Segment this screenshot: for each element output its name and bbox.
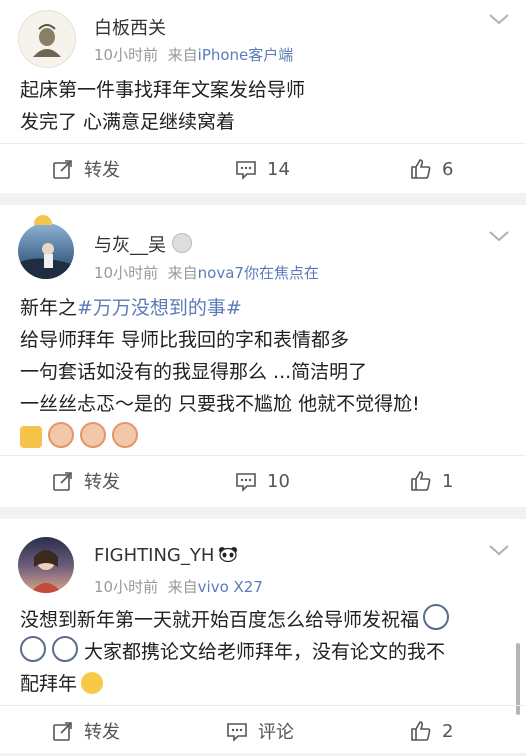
divider <box>0 507 526 519</box>
doge-emoji-icon <box>48 422 74 448</box>
thumbs-up-icon <box>411 471 431 491</box>
post-meta: 10小时前 来自vivo X27 <box>94 576 263 597</box>
post-source[interactable]: vivo X27 <box>198 578 263 596</box>
chevron-down-icon[interactable] <box>488 543 510 557</box>
action-bar: 转发 10 1 <box>0 455 526 506</box>
post-content: 没想到新年第一天就开始百度怎么给导师发祝福 大家都携论文给老师拜年，没有论文的我… <box>20 604 512 700</box>
repost-button[interactable]: 转发 <box>52 706 120 756</box>
like-count: 6 <box>442 158 454 180</box>
avatar[interactable] <box>18 10 76 68</box>
repost-icon <box>53 722 72 741</box>
comment-icon <box>236 161 256 180</box>
repost-icon <box>53 160 72 179</box>
thumbs-up-emoji-icon <box>20 426 42 448</box>
doge-emoji-icon <box>112 422 138 448</box>
comment-button[interactable]: 评论 <box>226 706 294 756</box>
divider <box>0 193 526 205</box>
username-text: FIGHTING_YH <box>94 545 215 566</box>
username[interactable]: 与灰__吴 <box>94 231 192 257</box>
comment-icon <box>236 473 256 492</box>
post-content: 起床第一件事找拜年文案发给导师 发完了 心满意足继续窝着 <box>20 74 512 138</box>
repost-label: 转发 <box>84 722 120 743</box>
content-line: 大家都携论文给老师拜年，没有论文的我不 <box>20 636 512 668</box>
scared-emoji-icon <box>423 604 450 630</box>
content-line: 一句套话如没有的我显得那么 ...简洁明了 <box>20 361 368 383</box>
content-line: 起床第一件事找拜年文案发给导师 <box>20 79 306 101</box>
like-button[interactable]: 2 <box>410 706 453 756</box>
scared-emoji-icon <box>20 636 46 662</box>
post-meta: 10小时前 来自nova7你在焦点在 <box>94 262 319 283</box>
post-time: 10小时前 <box>94 578 159 596</box>
post-source[interactable]: iPhone客户端 <box>198 46 294 64</box>
content-line: 一丝丝忐忑～是的 只要我不尴尬 他就不觉得尬! <box>20 393 420 415</box>
panda-badge-icon <box>218 546 238 563</box>
repost-label: 转发 <box>84 160 120 181</box>
hat-decoration-icon <box>34 215 52 225</box>
source-from: 来自 <box>167 264 198 282</box>
post-meta: 10小时前 来自iPhone客户端 <box>94 44 293 65</box>
doge-emoji-icon <box>80 422 106 448</box>
action-bar: 转发 评论 2 <box>0 705 526 756</box>
comment-button[interactable]: 10 <box>235 456 290 506</box>
avatar[interactable] <box>18 537 74 593</box>
avatar[interactable] <box>18 223 74 279</box>
content-text: 没想到新年第一天就开始百度怎么给导师发祝福 <box>20 609 420 631</box>
comment-label: 评论 <box>258 722 294 743</box>
thumbs-up-icon <box>411 159 431 179</box>
scared-emoji-icon <box>52 636 78 662</box>
comment-button[interactable]: 14 <box>235 144 290 194</box>
content-text: 配拜年 <box>20 673 78 695</box>
source-from: 来自 <box>167 46 198 64</box>
like-button[interactable]: 6 <box>410 144 453 194</box>
content-line: 给导师拜年 导师比我回的字和表情都多 <box>20 329 350 351</box>
username[interactable]: 白板西关 <box>94 14 166 40</box>
username[interactable]: FIGHTING_YH <box>94 545 238 566</box>
post-source[interactable]: nova7你在焦点在 <box>198 264 319 282</box>
repost-button[interactable]: 转发 <box>52 144 120 194</box>
comment-icon <box>227 723 247 742</box>
thumbs-up-icon <box>411 721 431 741</box>
topic-link[interactable]: #万万没想到的事# <box>77 297 242 319</box>
comment-count: 14 <box>267 158 290 180</box>
like-count: 1 <box>442 470 454 492</box>
post-time: 10小时前 <box>94 46 159 64</box>
content-line: 配拜年 <box>20 668 512 700</box>
chevron-down-icon[interactable] <box>488 229 510 243</box>
content-line: 没想到新年第一天就开始百度怎么给导师发祝福 <box>20 604 512 636</box>
emoji-line <box>20 422 512 454</box>
content-line: 新年之#万万没想到的事# <box>20 292 512 324</box>
like-count: 2 <box>442 720 454 742</box>
repost-label: 转发 <box>84 472 120 493</box>
chevron-down-icon[interactable] <box>488 12 510 26</box>
action-bar: 转发 14 6 <box>0 143 526 194</box>
post-3: FIGHTING_YH 10小时前 来自vivo X27 没想到新年第一天就开始… <box>0 519 526 753</box>
comment-count: 10 <box>267 470 290 492</box>
post-content: 新年之#万万没想到的事# 给导师拜年 导师比我回的字和表情都多 一句套话如没有的… <box>20 292 512 454</box>
username-text: 与灰__吴 <box>94 235 166 256</box>
repost-button[interactable]: 转发 <box>52 456 120 506</box>
post-2: 与灰__吴 10小时前 来自nova7你在焦点在 新年之#万万没想到的事# 给导… <box>0 205 526 507</box>
pleading-emoji-icon <box>81 672 104 694</box>
like-button[interactable]: 1 <box>410 456 453 506</box>
medal-icon <box>172 233 192 253</box>
content-prefix: 新年之 <box>20 297 78 319</box>
post-time: 10小时前 <box>94 264 159 282</box>
post-1: 白板西关 10小时前 来自iPhone客户端 起床第一件事找拜年文案发给导师 发… <box>0 0 526 193</box>
source-from: 来自 <box>167 578 198 596</box>
content-text: 大家都携论文给老师拜年，没有论文的我不 <box>84 641 446 663</box>
repost-icon <box>53 472 72 491</box>
content-line: 发完了 心满意足继续窝着 <box>20 111 236 133</box>
